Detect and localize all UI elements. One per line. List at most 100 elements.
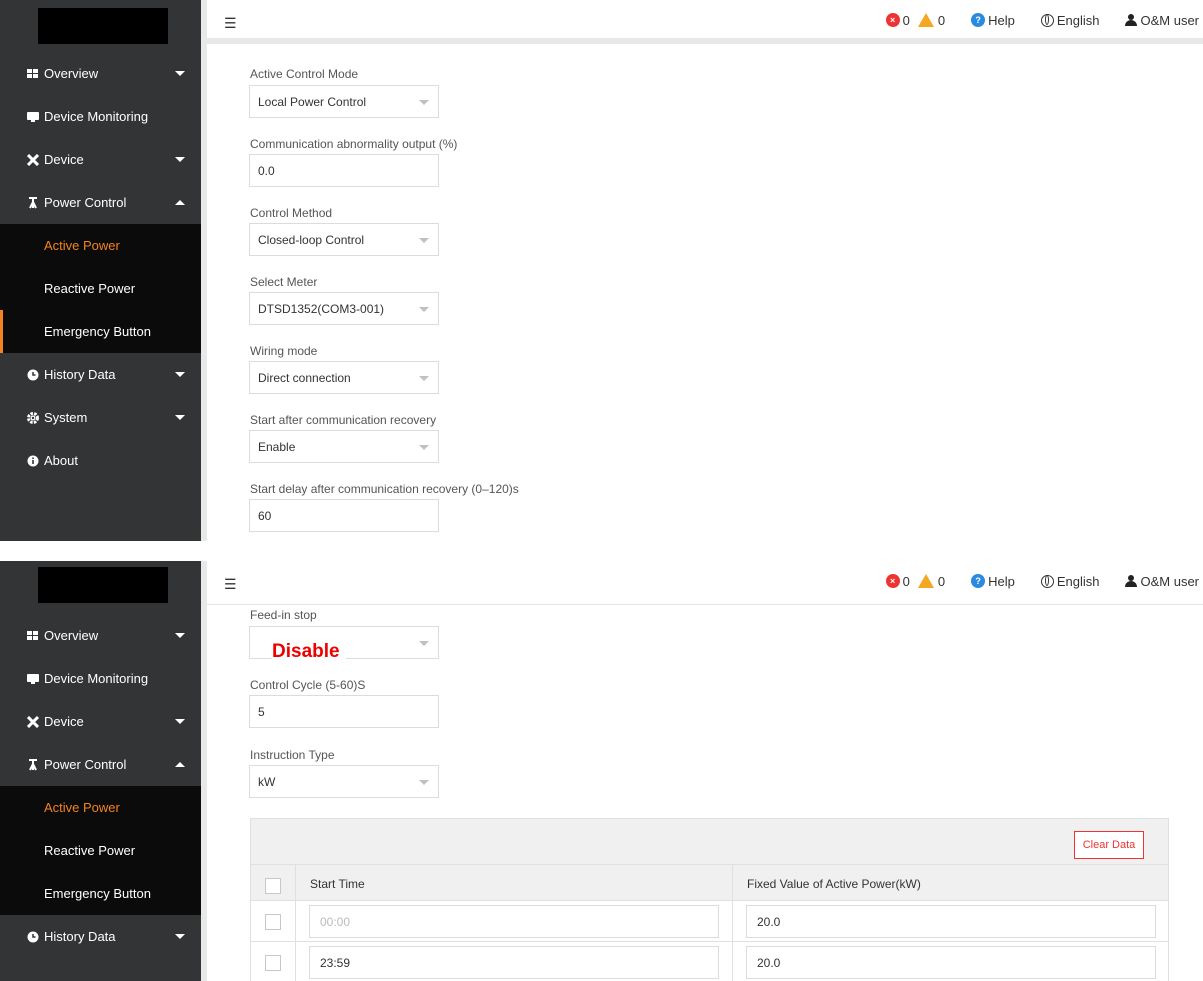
grid-icon bbox=[27, 68, 39, 80]
chevron-down-icon bbox=[175, 718, 185, 724]
top-bar-status: × 0 0 ? Help English O&M user bbox=[885, 0, 1203, 40]
tools-icon bbox=[27, 153, 39, 166]
menu-collapse-icon[interactable]: ☰ bbox=[224, 576, 237, 593]
chevron-down-icon bbox=[419, 641, 429, 646]
active-power-input[interactable]: 20.0 bbox=[746, 905, 1156, 938]
clock-icon bbox=[27, 369, 39, 381]
chevron-down-icon bbox=[175, 632, 185, 638]
tower-icon bbox=[27, 758, 39, 771]
chevron-down-icon bbox=[175, 156, 185, 162]
sidebar-item-label: Device Monitoring bbox=[44, 671, 149, 686]
field-label: Wiring mode bbox=[250, 344, 318, 358]
sidebar-item-label: Power Control bbox=[44, 195, 127, 210]
row-checkbox[interactable] bbox=[265, 914, 281, 930]
chevron-down-icon bbox=[419, 376, 429, 381]
sidebar: Overview Device Monitoring Device Power … bbox=[0, 0, 201, 541]
field-label: Control Method bbox=[250, 206, 333, 220]
sidebar-item-active-power[interactable]: Active Power bbox=[0, 224, 201, 267]
schedule-table: Clear Data Start Time Fixed Value of Act… bbox=[250, 818, 1169, 981]
start-after-recovery-select[interactable]: Enable bbox=[249, 430, 439, 463]
control-method-select[interactable]: Closed-loop Control bbox=[249, 223, 439, 256]
screenshot-panel-top: Overview Device Monitoring Device Power … bbox=[0, 0, 1203, 541]
input-value: 0.0 bbox=[258, 163, 275, 178]
sidebar-item-power-control[interactable]: Power Control bbox=[0, 743, 201, 786]
tools-icon bbox=[27, 715, 39, 728]
user-label: O&M user bbox=[1140, 12, 1199, 28]
user-menu[interactable]: O&M user bbox=[1125, 13, 1199, 28]
help-link[interactable]: ? Help bbox=[971, 13, 1015, 28]
help-link[interactable]: ? Help bbox=[971, 574, 1015, 589]
control-cycle-input[interactable]: 5 bbox=[249, 695, 439, 728]
table-row: 23:59 20.0 bbox=[251, 941, 1168, 979]
sidebar-item-device[interactable]: Device bbox=[0, 700, 201, 743]
alarm-counts[interactable]: × 0 0 bbox=[885, 12, 945, 28]
warning-icon bbox=[917, 13, 934, 27]
sidebar-item-overview[interactable]: Overview bbox=[0, 52, 201, 95]
field-label: Control Cycle (5-60)S bbox=[250, 678, 366, 692]
sidebar-item-about[interactable]: About bbox=[0, 439, 201, 482]
language-label: English bbox=[1056, 573, 1100, 589]
error-count: 0 bbox=[902, 573, 910, 589]
instruction-type-select[interactable]: kW bbox=[249, 765, 439, 798]
sidebar-item-overview[interactable]: Overview bbox=[0, 614, 201, 657]
feed-in-stop-value-highlight: Disable bbox=[272, 639, 346, 663]
sidebar-item-reactive-power[interactable]: Reactive Power bbox=[0, 829, 201, 872]
wiring-mode-select[interactable]: Direct connection bbox=[249, 361, 439, 394]
gear-icon bbox=[27, 411, 39, 424]
error-icon: × bbox=[885, 13, 900, 27]
sidebar-menu: Overview Device Monitoring Device Power … bbox=[0, 52, 201, 482]
user-label: O&M user bbox=[1140, 573, 1199, 589]
active-control-mode-select[interactable]: Local Power Control bbox=[249, 85, 439, 118]
sidebar-item-device-monitoring[interactable]: Device Monitoring bbox=[0, 95, 201, 138]
user-menu[interactable]: O&M user bbox=[1125, 574, 1199, 589]
sidebar-item-emergency-button[interactable]: Emergency Button bbox=[0, 872, 201, 915]
alarm-counts[interactable]: × 0 0 bbox=[885, 573, 945, 589]
chevron-up-icon bbox=[175, 761, 185, 767]
sidebar-item-device[interactable]: Device bbox=[0, 138, 201, 181]
start-delay-input[interactable]: 60 bbox=[249, 499, 439, 532]
field-label: Feed-in stop bbox=[250, 608, 317, 622]
language-selector[interactable]: English bbox=[1040, 573, 1100, 589]
sidebar-item-emergency-button[interactable]: Emergency Button bbox=[0, 310, 201, 353]
start-time-input[interactable]: 00:00 bbox=[309, 905, 719, 938]
row-checkbox[interactable] bbox=[265, 955, 281, 971]
select-all-checkbox[interactable] bbox=[265, 878, 281, 894]
clear-data-button[interactable]: Clear Data bbox=[1074, 831, 1144, 859]
select-value: Local Power Control bbox=[258, 94, 367, 109]
help-icon: ? bbox=[971, 574, 986, 588]
language-selector[interactable]: English bbox=[1040, 12, 1100, 28]
chevron-down-icon bbox=[175, 70, 185, 76]
top-bar-status: × 0 0 ? Help English O&M user bbox=[885, 561, 1203, 601]
sidebar-item-history-data[interactable]: History Data bbox=[0, 353, 201, 396]
input-value: 60 bbox=[258, 508, 272, 523]
error-count: 0 bbox=[902, 12, 910, 28]
chevron-down-icon bbox=[419, 100, 429, 105]
select-meter-select[interactable]: DTSD1352(COM3-001) bbox=[249, 292, 439, 325]
sidebar-item-history-data[interactable]: History Data bbox=[0, 915, 201, 958]
info-icon bbox=[27, 455, 39, 467]
chevron-down-icon bbox=[419, 307, 429, 312]
start-time-input[interactable]: 23:59 bbox=[309, 946, 719, 979]
user-icon bbox=[1125, 14, 1138, 26]
top-bar: ☰ × 0 0 ? Help English O&M user bbox=[207, 0, 1203, 44]
sidebar-item-power-control[interactable]: Power Control bbox=[0, 181, 201, 224]
field-label: Communication abnormality output (%) bbox=[250, 137, 458, 151]
active-power-input[interactable]: 20.0 bbox=[746, 946, 1156, 979]
sidebar-item-reactive-power[interactable]: Reactive Power bbox=[0, 267, 201, 310]
field-label: Start after communication recovery bbox=[250, 413, 437, 427]
sidebar-item-system[interactable]: System bbox=[0, 396, 201, 439]
sidebar-item-active-power[interactable]: Active Power bbox=[0, 786, 201, 829]
screenshot-panel-bottom: Overview Device Monitoring Device Power … bbox=[0, 561, 1203, 981]
comm-abnormal-output-input[interactable]: 0.0 bbox=[249, 154, 439, 187]
input-value: 5 bbox=[258, 704, 265, 719]
help-icon: ? bbox=[971, 13, 986, 27]
sidebar-item-label: Device Monitoring bbox=[44, 109, 149, 124]
language-label: English bbox=[1056, 12, 1100, 28]
chevron-up-icon bbox=[175, 199, 185, 205]
sidebar-item-label: Overview bbox=[44, 628, 99, 643]
sidebar-divider bbox=[201, 0, 207, 541]
submenu-power-control: Active Power Reactive Power Emergency Bu… bbox=[0, 786, 201, 915]
menu-collapse-icon[interactable]: ☰ bbox=[224, 15, 237, 32]
table-toolbar: Clear Data bbox=[251, 819, 1168, 864]
sidebar-item-device-monitoring[interactable]: Device Monitoring bbox=[0, 657, 201, 700]
